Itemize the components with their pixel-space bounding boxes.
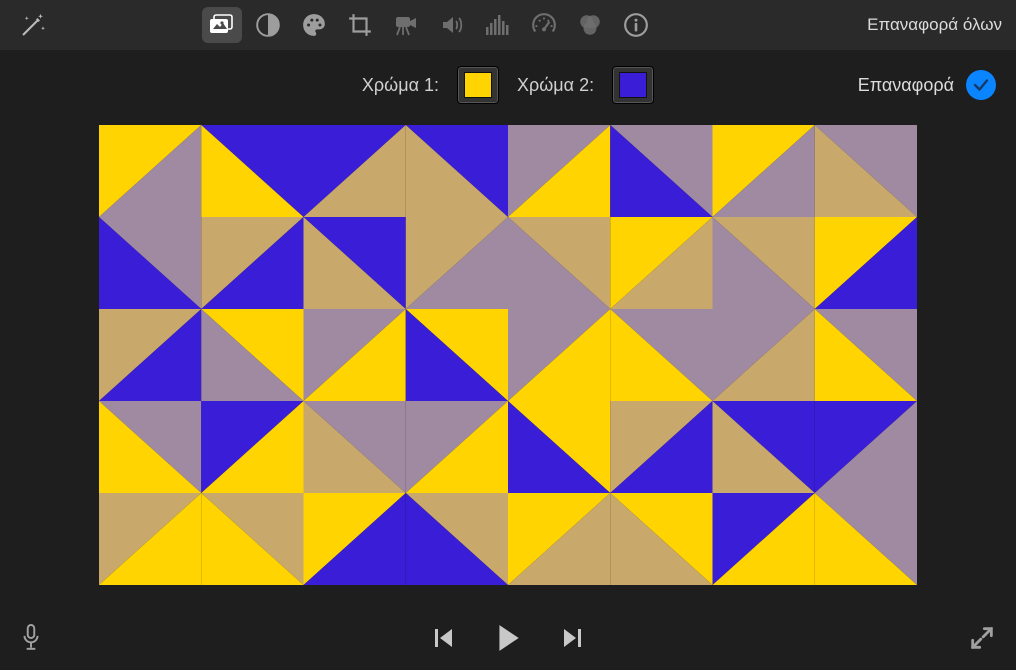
color1-label: Χρώμα 1: (362, 75, 439, 96)
magic-wand-button[interactable] (14, 6, 52, 44)
color1-swatch[interactable] (457, 66, 499, 104)
color-balance-button[interactable] (570, 7, 610, 43)
equalizer-icon (484, 13, 512, 37)
prev-button[interactable] (433, 626, 455, 650)
palette-button[interactable] (294, 7, 334, 43)
palette-icon (300, 12, 328, 38)
filter-options-row: Χρώμα 1: Χρώμα 2: Επαναφορά (0, 60, 1016, 110)
equalizer-button[interactable] (478, 7, 518, 43)
color2-label: Χρώμα 2: (517, 75, 594, 96)
next-button[interactable] (561, 626, 583, 650)
adjustment-toolbar: Επαναφορά όλων (0, 0, 1016, 50)
bottom-bar (0, 606, 1016, 670)
reset-button[interactable]: Επαναφορά (858, 75, 954, 96)
reset-all-button[interactable]: Επαναφορά όλων (867, 15, 1002, 35)
video-filter-button[interactable] (202, 7, 242, 43)
microphone-icon (18, 622, 44, 654)
volume-button[interactable] (432, 7, 472, 43)
color2-swatch[interactable] (612, 66, 654, 104)
color1-swatch-fill (464, 72, 492, 98)
video-filter-icon (208, 13, 236, 37)
tone-button[interactable] (248, 7, 288, 43)
preview-viewport (99, 125, 917, 585)
playback-controls (433, 623, 583, 653)
tool-group (202, 7, 656, 43)
camera-tripod-icon (392, 13, 420, 37)
color2-swatch-fill (619, 72, 647, 98)
stabilize-button[interactable] (386, 7, 426, 43)
skip-forward-icon (561, 626, 583, 650)
contrast-icon (255, 12, 281, 38)
gauge-icon (530, 12, 558, 38)
volume-icon (438, 13, 466, 37)
magic-wand-icon (18, 10, 48, 40)
expand-icon (968, 624, 996, 652)
skip-back-icon (433, 626, 455, 650)
fullscreen-button[interactable] (968, 624, 996, 652)
play-button[interactable] (495, 623, 521, 653)
crop-icon (347, 12, 373, 38)
info-button[interactable] (616, 7, 656, 43)
info-icon (623, 12, 649, 38)
voiceover-button[interactable] (18, 622, 44, 654)
crop-button[interactable] (340, 7, 380, 43)
overlapping-circles-icon (576, 12, 604, 38)
play-icon (495, 623, 521, 653)
checkmark-icon (972, 76, 990, 94)
preview-pattern (99, 125, 917, 585)
speed-button[interactable] (524, 7, 564, 43)
apply-checkmark[interactable] (966, 70, 996, 100)
